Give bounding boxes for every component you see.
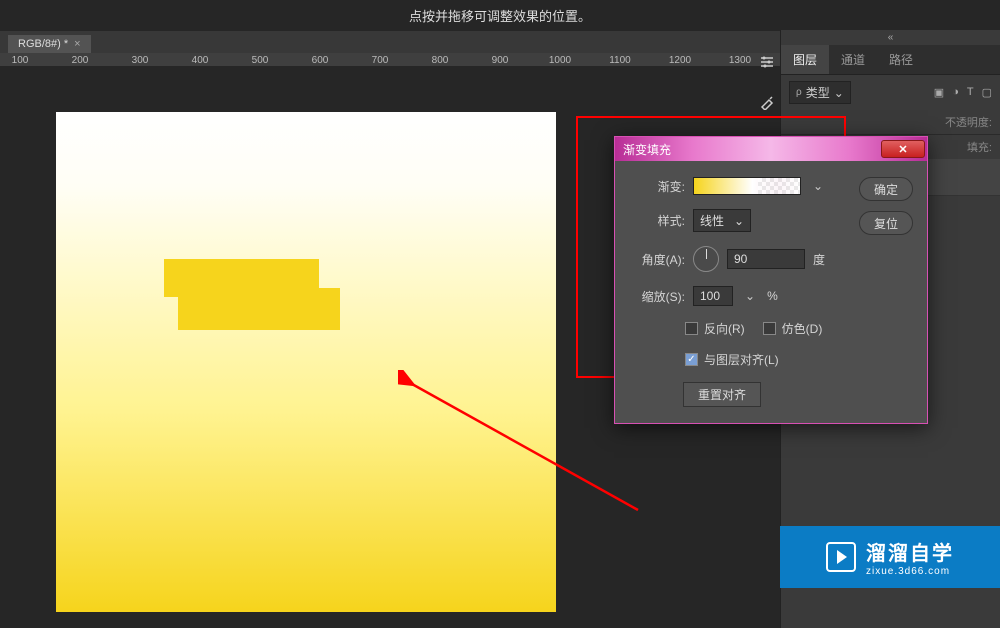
align-checkbox-wrap[interactable]: 与图层对齐(L) [685,351,779,368]
checkbox-row-2: 与图层对齐(L) [629,351,847,368]
tab-label: RGB/8#) * [18,38,68,50]
watermark: 溜溜自学 zixue.3d66.com [780,526,1000,588]
tab-layers[interactable]: 图层 [781,45,829,74]
scale-unit: % [767,289,778,303]
style-value: 线性 [700,212,724,229]
scale-input[interactable]: 100 [693,286,733,306]
watermark-title: 溜溜自学 [866,537,954,566]
play-icon [826,542,856,572]
dither-checkbox[interactable] [763,322,776,335]
checkbox-row-1: 反向(R) 仿色(D) [629,320,847,337]
watermark-text: 溜溜自学 zixue.3d66.com [866,537,954,577]
filter-icons: ▣ ◑ T ▢ [934,86,992,99]
watermark-sub: zixue.3d66.com [866,566,954,577]
reset-align-button[interactable]: 重置对齐 [683,382,761,407]
adjustments-icon[interactable] [753,48,781,76]
angle-row: 角度(A): 90 度 [629,246,847,272]
align-label: 与图层对齐(L) [704,351,779,368]
canvas[interactable] [56,112,556,612]
panel-collapse[interactable]: « [781,30,1000,45]
angle-unit: 度 [813,251,825,268]
tab-paths[interactable]: 路径 [877,45,925,74]
hint-bar: 点按并拖移可调整效果的位置。 [0,0,1000,31]
filter-shape-icon[interactable]: ▢ [982,86,992,99]
panel-tabs: 图层 通道 路径 [781,45,1000,75]
hint-text: 点按并拖移可调整效果的位置。 [409,9,591,24]
fill-label[interactable]: 填充: [967,139,992,155]
scale-label: 缩放(S): [629,288,685,305]
reset-align-row: 重置对齐 [629,382,847,407]
reset-button[interactable]: 复位 [859,211,913,235]
chevron-down-icon[interactable]: ⌄ [741,289,759,303]
layer-filter-row: ρ 类型 ⌄ ▣ ◑ T ▢ [781,75,1000,110]
chevron-down-icon: ⌄ [734,214,744,228]
align-checkbox[interactable] [685,353,698,366]
filter-adjust-icon[interactable]: ◑ [952,86,959,99]
filter-pixel-icon[interactable]: ▣ [934,86,944,99]
angle-label: 角度(A): [629,251,685,268]
canvas-shape [178,288,340,330]
dialog-body: 渐变: ⌄ 样式: 线性 ⌄ 角度(A): 90 度 缩放(S): [615,161,927,423]
style-label: 样式: [629,212,685,229]
document-tab[interactable]: RGB/8#) * × [8,35,91,53]
kind-filter[interactable]: ρ 类型 ⌄ [789,81,851,104]
gradient-fill-dialog: 渐变填充 ✕ 渐变: ⌄ 样式: 线性 ⌄ 角度(A): [614,136,928,424]
dither-label: 仿色(D) [782,320,823,337]
angle-dial[interactable] [693,246,719,272]
search-icon: ρ [796,87,802,98]
style-row: 样式: 线性 ⌄ [629,209,847,232]
tools-icon[interactable] [753,88,781,116]
close-button[interactable]: ✕ [881,140,925,158]
close-icon: ✕ [898,143,907,156]
kind-label: 类型 [806,84,830,101]
chevron-down-icon: ⌄ [834,86,844,100]
filter-text-icon[interactable]: T [967,86,974,99]
style-select[interactable]: 线性 ⌄ [693,209,751,232]
dialog-titlebar[interactable]: 渐变填充 ✕ [615,137,927,161]
dialog-title: 渐变填充 [623,141,881,158]
gradient-picker[interactable] [693,177,801,195]
gradient-row: 渐变: ⌄ [629,177,847,195]
angle-input[interactable]: 90 [727,249,805,269]
scale-row: 缩放(S): 100 ⌄ % [629,286,847,306]
reverse-checkbox[interactable] [685,322,698,335]
chevron-down-icon[interactable]: ⌄ [809,179,827,193]
opacity-row: 不透明度: [781,110,1000,134]
panel-toolstrip [753,48,781,128]
reverse-checkbox-wrap[interactable]: 反向(R) [685,320,745,337]
tab-channels[interactable]: 通道 [829,45,877,74]
reverse-label: 反向(R) [704,320,745,337]
close-icon[interactable]: × [74,38,80,50]
opacity-label[interactable]: 不透明度: [945,114,992,130]
gradient-label: 渐变: [629,178,685,195]
dither-checkbox-wrap[interactable]: 仿色(D) [763,320,823,337]
ok-button[interactable]: 确定 [859,177,913,201]
